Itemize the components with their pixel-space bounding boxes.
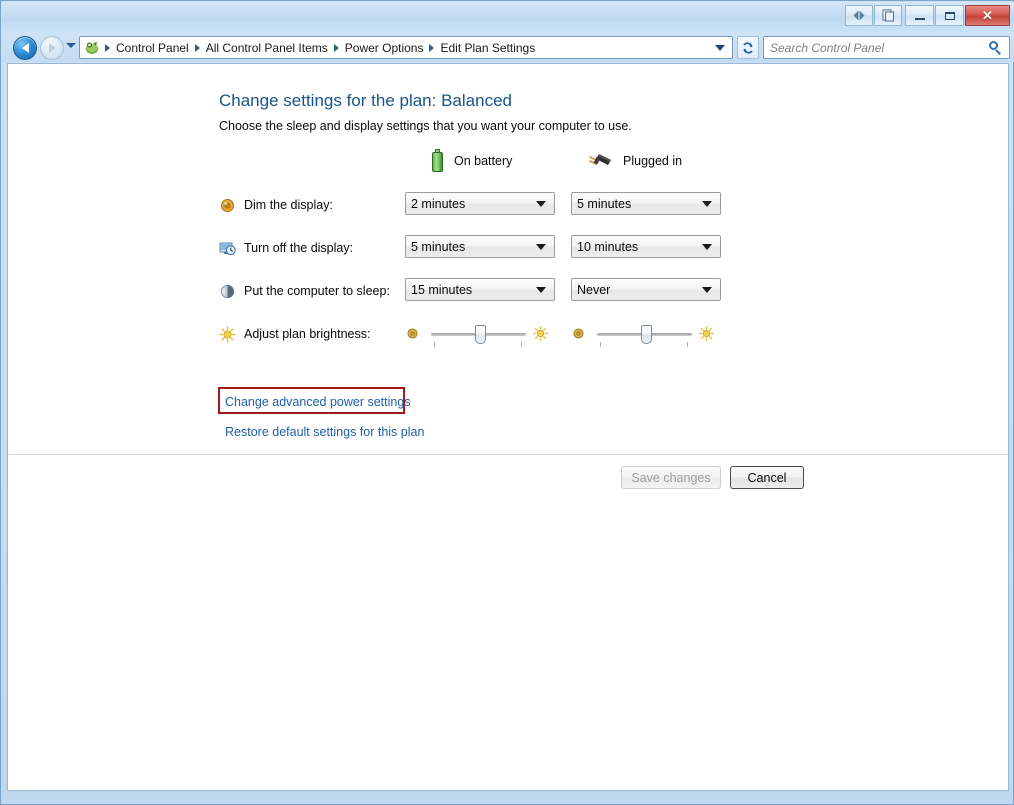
setting-row-put-the-computer-to-sleep: Put the computer to sleep: — [219, 278, 390, 304]
arrow-right-icon — [48, 43, 56, 53]
address-chevron-down-icon[interactable] — [715, 44, 725, 51]
setting-label-adjust-plan-brightness: Adjust plan brightness: — [244, 327, 371, 341]
monitor-clock-icon — [219, 240, 236, 257]
column-header-on-battery: On battery — [430, 149, 512, 173]
title-bar: ✕ — [2, 2, 1014, 32]
control-panel-icon — [84, 40, 100, 56]
combo-value: Never — [577, 282, 611, 297]
page-title: Change settings for the plan: Balanced — [219, 91, 512, 110]
slider-tick — [434, 342, 435, 347]
compatibility-view-icon — [853, 11, 865, 20]
chevron-down-icon — [702, 286, 712, 293]
combo-value: 2 minutes — [411, 196, 466, 211]
combo-dim-the-display-on-battery[interactable]: 2 minutes — [405, 192, 555, 215]
close-button[interactable]: ✕ — [965, 5, 1010, 26]
forward-button[interactable] — [40, 36, 64, 60]
page-subtitle: Choose the sleep and display settings th… — [219, 119, 632, 133]
chevron-down-icon — [702, 200, 712, 207]
search-icon — [989, 40, 1003, 55]
battery-icon — [430, 149, 445, 173]
close-icon: ✕ — [982, 7, 993, 23]
combo-dim-the-display-plugged-in[interactable]: 5 minutes — [571, 192, 721, 215]
minimize-icon — [914, 18, 925, 20]
column-label-on-battery: On battery — [454, 154, 513, 168]
cancel-label: Cancel — [747, 470, 787, 485]
breadcrumb-separator — [333, 43, 339, 52]
slider-thumb-on-battery[interactable] — [475, 325, 486, 344]
setting-row-dim-the-display: Dim the display: — [219, 192, 333, 218]
cancel-button[interactable]: Cancel — [730, 466, 804, 489]
sun-icon — [219, 325, 236, 343]
breadcrumb-separator — [105, 43, 110, 52]
chevron-down-icon — [536, 243, 546, 250]
slider-thumb-plugged-in[interactable] — [641, 325, 652, 344]
brightness-slider-group-plugged-in — [571, 321, 721, 347]
combo-value: 15 minutes — [411, 282, 473, 297]
titlebar-extra-buttons — [845, 5, 903, 26]
chevron-down-icon — [536, 286, 546, 293]
chevron-down-icon — [536, 200, 546, 207]
column-header-plugged-in: Plugged in — [586, 149, 682, 173]
maximize-button[interactable] — [935, 5, 964, 26]
combo-value: 10 minutes — [577, 239, 639, 254]
sun-dim-icon — [571, 326, 586, 341]
slider-tick — [600, 342, 601, 347]
power-options-window: ✕ Control Panel All Control Panel Items … — [0, 0, 1014, 805]
address-bar[interactable]: Control Panel All Control Panel Items Po… — [79, 36, 733, 59]
content-pane: Change settings for the plan: Balanced C… — [7, 63, 1009, 791]
document-icon — [882, 9, 894, 22]
sun-bright-icon — [532, 325, 549, 342]
recent-pages-chevron-down-icon[interactable] — [66, 43, 76, 48]
slider-tick — [687, 342, 688, 347]
refresh-icon — [743, 42, 753, 53]
breadcrumb-control-panel[interactable]: Control Panel — [113, 39, 192, 57]
combo-turn-off-the-display-on-battery[interactable]: 5 minutes — [405, 235, 555, 258]
setting-row-adjust-plan-brightness: Adjust plan brightness: — [219, 321, 370, 347]
refresh-button[interactable] — [737, 36, 759, 59]
dim-display-icon — [219, 197, 236, 214]
search-input[interactable]: Search Control Panel — [770, 41, 989, 55]
breadcrumb-edit-plan-settings[interactable]: Edit Plan Settings — [437, 39, 538, 57]
combo-put-the-computer-to-sleep-on-battery[interactable]: 15 minutes — [405, 278, 555, 301]
setting-label-dim-the-display: Dim the display: — [244, 198, 333, 212]
combo-value: 5 minutes — [411, 239, 466, 254]
breadcrumb-power-options[interactable]: Power Options — [342, 39, 427, 57]
window-controls: ✕ — [905, 5, 1010, 26]
combo-put-the-computer-to-sleep-plugged-in[interactable]: Never — [571, 278, 721, 301]
maximize-icon — [944, 11, 955, 20]
sun-bright-icon — [698, 325, 715, 342]
plug-icon — [586, 151, 614, 171]
setting-row-turn-off-the-display: Turn off the display: — [219, 235, 353, 261]
horizontal-separator — [8, 454, 1008, 455]
slider-tick — [521, 342, 522, 347]
minimize-button[interactable] — [905, 5, 934, 26]
chevron-down-icon — [702, 243, 712, 250]
breadcrumb-separator — [194, 43, 200, 52]
link-change-advanced-power-settings[interactable]: Change advanced power settings — [225, 395, 411, 409]
save-changes-button[interactable]: Save changes — [621, 466, 721, 489]
sleep-moon-icon — [219, 283, 236, 300]
column-label-plugged-in: Plugged in — [623, 154, 683, 168]
page-properties-button[interactable] — [874, 5, 902, 26]
combo-value: 5 minutes — [577, 196, 632, 211]
combo-turn-off-the-display-plugged-in[interactable]: 10 minutes — [571, 235, 721, 258]
search-box[interactable]: Search Control Panel — [763, 36, 1010, 59]
setting-label-put-the-computer-to-sleep: Put the computer to sleep: — [244, 284, 390, 298]
save-changes-label: Save changes — [631, 470, 711, 485]
sun-dim-icon — [405, 326, 420, 341]
brightness-slider-group-on-battery — [405, 321, 555, 347]
breadcrumb-all-control-panel-items[interactable]: All Control Panel Items — [203, 39, 331, 57]
arrow-left-icon — [21, 43, 29, 53]
setting-label-turn-off-the-display: Turn off the display: — [244, 241, 354, 255]
navigation-bar: Control Panel All Control Panel Items Po… — [2, 32, 1014, 62]
compatibility-view-button[interactable] — [845, 5, 873, 26]
breadcrumb-separator — [429, 43, 435, 52]
back-button[interactable] — [13, 36, 37, 60]
link-restore-default-settings[interactable]: Restore default settings for this plan — [225, 425, 424, 439]
